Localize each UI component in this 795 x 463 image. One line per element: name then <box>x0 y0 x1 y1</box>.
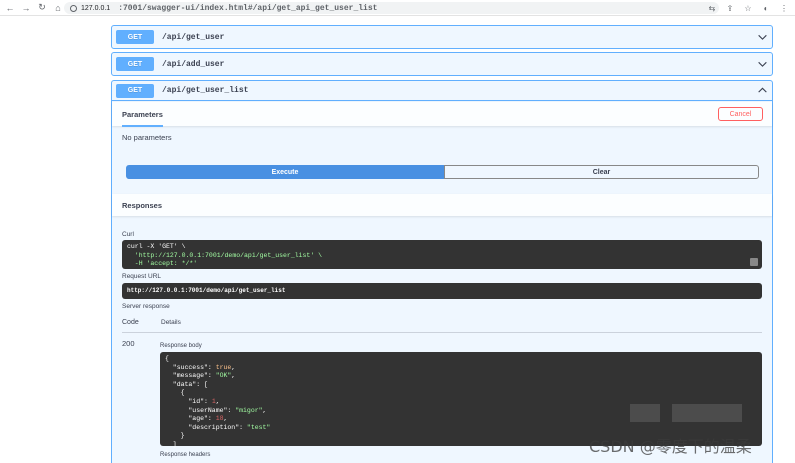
share-icon[interactable]: ⇪ <box>725 2 735 14</box>
method-badge: GET <box>116 57 154 71</box>
chevron-down-icon[interactable] <box>756 31 768 43</box>
watermark-text: CSDN @零度下的温柔 <box>589 437 752 456</box>
curl-line: curl -X 'GET' \ <box>127 243 186 250</box>
method-badge: GET <box>116 83 154 98</box>
response-code: 200 <box>122 339 135 348</box>
site-info-icon[interactable] <box>70 4 77 12</box>
execute-wrapper: Execute Clear <box>126 165 759 179</box>
request-url-block: http://127.0.0.1:7001/demo/api/get_user_… <box>122 283 762 299</box>
request-url-label: Request URL <box>122 273 162 280</box>
forward-icon[interactable]: → <box>20 2 32 14</box>
execute-button[interactable]: Execute <box>126 165 444 179</box>
curl-line: -H 'accept: */*' <box>127 260 198 268</box>
responses-title: Responses <box>122 200 163 210</box>
parameters-header: Parameters Cancel <box>112 102 772 127</box>
operation-summary[interactable]: GET /api/add_user <box>112 53 772 75</box>
browser-toolbar: ← → ↻ ⌂ 127.0.0.1:7001/swagger-ui/index.… <box>0 0 795 16</box>
profile-icon[interactable]: ◐ <box>761 2 771 14</box>
operation-path: /api/get_user_list <box>162 86 249 95</box>
chevron-down-icon[interactable] <box>756 58 768 70</box>
cancel-button[interactable]: Cancel <box>718 107 763 121</box>
clear-button[interactable]: Clear <box>444 165 759 179</box>
operation-get-user: GET /api/get_user <box>111 25 773 49</box>
tab-parameters[interactable]: Parameters <box>122 110 163 127</box>
menu-icon[interactable]: ⋮ <box>779 2 789 14</box>
operation-summary[interactable]: GET /api/get_user_list <box>112 81 772 101</box>
json-message: "OK" <box>215 372 232 380</box>
method-badge: GET <box>116 30 154 44</box>
responses-header: Responses <box>112 194 772 216</box>
curl-line: 'http://127.0.0.1:7001/demo/api/get_user… <box>127 251 323 259</box>
json-description: "test" <box>246 423 271 431</box>
json-age: 18 <box>215 415 224 423</box>
col-details-header: Details <box>161 319 181 326</box>
curl-code-block: curl -X 'GET' \ 'http://127.0.0.1:7001/d… <box>122 240 762 269</box>
home-icon[interactable]: ⌂ <box>52 2 64 14</box>
chevron-up-icon[interactable] <box>756 85 768 97</box>
operation-path: /api/add_user <box>162 59 225 69</box>
response-table-header: Code Details <box>122 319 762 333</box>
copy-icon[interactable] <box>750 258 758 266</box>
address-text: 127.0.0.1:7001/swagger-ui/index.html#/ap… <box>81 3 378 13</box>
response-headers-label: Response headers <box>160 452 211 458</box>
no-parameters-text: No parameters <box>122 133 172 142</box>
operation-summary[interactable]: GET /api/get_user <box>112 26 772 48</box>
request-url-value: http://127.0.0.1:7001/demo/api/get_user_… <box>127 287 286 294</box>
watermark-blur <box>630 404 660 422</box>
response-body-label: Response body <box>160 343 202 349</box>
back-icon[interactable]: ← <box>4 2 16 14</box>
operation-add-user: GET /api/add_user <box>111 52 773 76</box>
bookmark-star-icon[interactable]: ☆ <box>743 2 753 14</box>
json-id: 1 <box>211 397 216 405</box>
operation-path: /api/get_user <box>162 32 225 42</box>
reload-icon[interactable]: ↻ <box>36 2 48 14</box>
server-response-label: Server response <box>122 303 170 310</box>
col-code-header: Code <box>122 319 139 326</box>
address-bar[interactable]: 127.0.0.1:7001/swagger-ui/index.html#/ap… <box>64 2 719 14</box>
response-body-block: { "success": true, "message": "OK", "dat… <box>160 352 762 457</box>
json-username: "migor" <box>235 406 263 414</box>
curl-label: Curl <box>122 231 134 238</box>
translate-icon[interactable]: ⇆ <box>707 2 717 14</box>
watermark-blur <box>672 404 742 422</box>
json-success: true <box>215 363 232 371</box>
